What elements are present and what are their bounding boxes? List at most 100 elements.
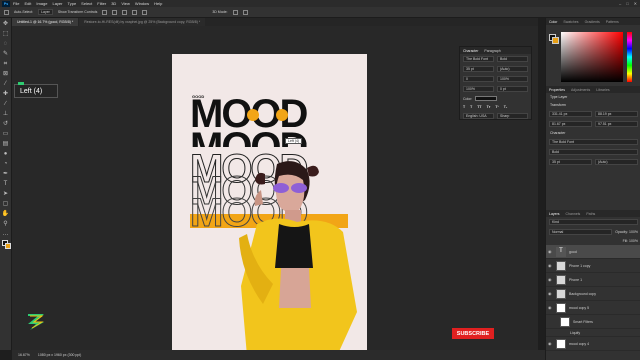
faux-italic-icon[interactable]: T (470, 105, 472, 109)
color-field[interactable] (561, 32, 623, 82)
menu-filter[interactable]: Filter (97, 1, 106, 6)
subscript-icon[interactable]: T₁ (504, 105, 508, 109)
menu-layer[interactable]: Layer (52, 1, 62, 6)
tab-paths[interactable]: Paths (583, 212, 598, 216)
align-right-icon[interactable] (122, 9, 128, 15)
distribute-icon[interactable] (142, 9, 148, 15)
hue-slider[interactable] (627, 32, 632, 82)
superscript-icon[interactable]: T¹ (495, 105, 498, 109)
frame-icon[interactable]: ⊠ (2, 70, 10, 78)
orbit-3d-icon[interactable] (232, 9, 238, 15)
layer-row[interactable]: ◉ mood copy 5 (546, 301, 640, 315)
menu-3d[interactable]: 3D (111, 1, 116, 6)
move-icon[interactable]: ✥ (2, 20, 10, 28)
transform-w-field[interactable]: 331.41 px (549, 111, 592, 117)
visibility-eye-icon[interactable]: ◉ (548, 291, 553, 296)
tab-libraries[interactable]: Libraries (593, 88, 612, 92)
visibility-eye-icon[interactable]: ◉ (548, 249, 553, 254)
fill-field[interactable]: Fill: 100% (623, 239, 638, 243)
tab-channels[interactable]: Channels (563, 212, 584, 216)
menu-image[interactable]: Image (36, 1, 47, 6)
layer-name[interactable]: Liquify (570, 331, 580, 335)
layer-name[interactable]: Smart Filters (573, 320, 593, 324)
panel-background-swatch[interactable] (552, 37, 559, 44)
layer-name[interactable]: Phone 1 (569, 278, 582, 282)
layer-row[interactable]: ◉ Background copy (546, 287, 640, 301)
layer-row[interactable]: ◉ Phone 1 copy (546, 259, 640, 273)
layer-row[interactable]: Smart Filters (546, 315, 640, 329)
props-size-field[interactable]: 35 pt (549, 159, 592, 165)
blur-icon[interactable]: ● (2, 150, 10, 158)
layer-name[interactable]: mood copy 5 (569, 306, 589, 310)
text-color-swatch[interactable] (475, 96, 498, 101)
tab-adjustments[interactable]: Adjustments (568, 88, 593, 92)
gradient-icon[interactable]: ▤ (2, 140, 10, 148)
props-leading-field[interactable]: (Auto) (595, 159, 638, 165)
healing-icon[interactable]: ✚ (2, 90, 10, 98)
model-photo[interactable] (217, 154, 357, 356)
tracking-field[interactable]: 0 (463, 76, 494, 82)
leading-field[interactable]: (Auto) (497, 66, 528, 72)
props-style-select[interactable]: Bold (549, 149, 638, 155)
tab-color[interactable]: Color (546, 20, 560, 24)
pen-icon[interactable]: ✒ (2, 170, 10, 178)
zoom-level[interactable]: 16.67% (18, 353, 30, 357)
layer-name[interactable]: good (569, 250, 577, 254)
tab-untitled-1[interactable]: Untitled-1 @ 16.7% (good, RGB/8) * (12, 18, 79, 26)
menu-help[interactable]: Help (154, 1, 162, 6)
language-select[interactable]: English: USA (463, 113, 494, 119)
move-tool-icon[interactable] (4, 9, 9, 15)
vertical-scale-field[interactable]: 100% (497, 76, 528, 82)
more-tools-icon[interactable]: … (2, 230, 10, 238)
transform-x-field[interactable]: 81.67 px (549, 121, 592, 127)
baseline-shift-field[interactable]: 0 pt (497, 86, 528, 92)
layer-name[interactable]: mood copy 4 (569, 342, 589, 346)
history-brush-icon[interactable]: ↺ (2, 120, 10, 128)
subscribe-button[interactable]: SUBSCRIBE (452, 328, 494, 339)
tab-gradients[interactable]: Gradients (582, 20, 603, 24)
horizontal-scale-field[interactable]: 100% (463, 86, 494, 92)
character-heading[interactable]: Character (546, 129, 640, 137)
eraser-icon[interactable]: ▭ (2, 130, 10, 138)
transform-y-field[interactable]: 97.51 px (595, 121, 638, 127)
menu-file[interactable]: File (13, 1, 19, 6)
layer-row[interactable]: ◉ mood copy 4 (546, 337, 640, 351)
type-icon[interactable]: T (2, 180, 10, 188)
photoshop-logo[interactable]: Ps (2, 0, 10, 7)
layer-filter-kind[interactable]: Kind (549, 219, 638, 225)
layer-name[interactable]: Phone 1 copy (569, 264, 590, 268)
layer-row[interactable]: ◉ Phone 1 (546, 273, 640, 287)
visibility-eye-icon[interactable]: ◉ (548, 305, 553, 310)
faux-bold-icon[interactable]: T (463, 105, 465, 109)
tab-swatches[interactable]: Swatches (560, 20, 581, 24)
menu-window[interactable]: Window (135, 1, 149, 6)
tab-layers[interactable]: Layers (546, 212, 563, 216)
stamp-icon[interactable]: ⊥ (2, 110, 10, 118)
hand-icon[interactable]: ✋ (2, 210, 10, 218)
close-icon[interactable]: ✕ (634, 1, 637, 6)
align-top-icon[interactable] (132, 9, 138, 15)
minimize-icon[interactable]: – (619, 1, 621, 6)
marquee-icon[interactable]: ⬚ (2, 30, 10, 38)
shape-icon[interactable]: ▢ (2, 200, 10, 208)
tab-properties[interactable]: Properties (546, 88, 568, 92)
visibility-eye-icon[interactable]: ◉ (548, 341, 553, 346)
menu-type[interactable]: Type (68, 1, 77, 6)
visibility-eye-icon[interactable]: ◉ (548, 263, 553, 268)
font-style-select[interactable]: Bold (497, 56, 528, 62)
tab-paragraph[interactable]: Paragraph (481, 49, 503, 53)
brush-icon[interactable]: ∕ (2, 100, 10, 108)
font-size-field[interactable]: 35 pt (463, 66, 494, 72)
align-left-icon[interactable] (102, 9, 108, 15)
anti-alias-select[interactable]: Sharp (497, 113, 528, 119)
tab-restore[interactable]: Restore-to-Hi-RES(dlt) by xxaphei.jpg @ … (79, 18, 206, 26)
tab-patterns[interactable]: Patterns (603, 20, 622, 24)
zoom-icon[interactable]: ⚲ (2, 220, 10, 228)
crop-icon[interactable]: ⌗ (2, 60, 10, 68)
small-caps-icon[interactable]: Tт (487, 105, 491, 109)
all-caps-icon[interactable]: TT (477, 105, 481, 109)
show-transform-checkbox-label[interactable]: Show Transform Controls (58, 10, 98, 14)
menu-view[interactable]: View (121, 1, 130, 6)
path-select-icon[interactable]: ➤ (2, 190, 10, 198)
auto-select-dropdown[interactable]: Layer (38, 9, 53, 15)
